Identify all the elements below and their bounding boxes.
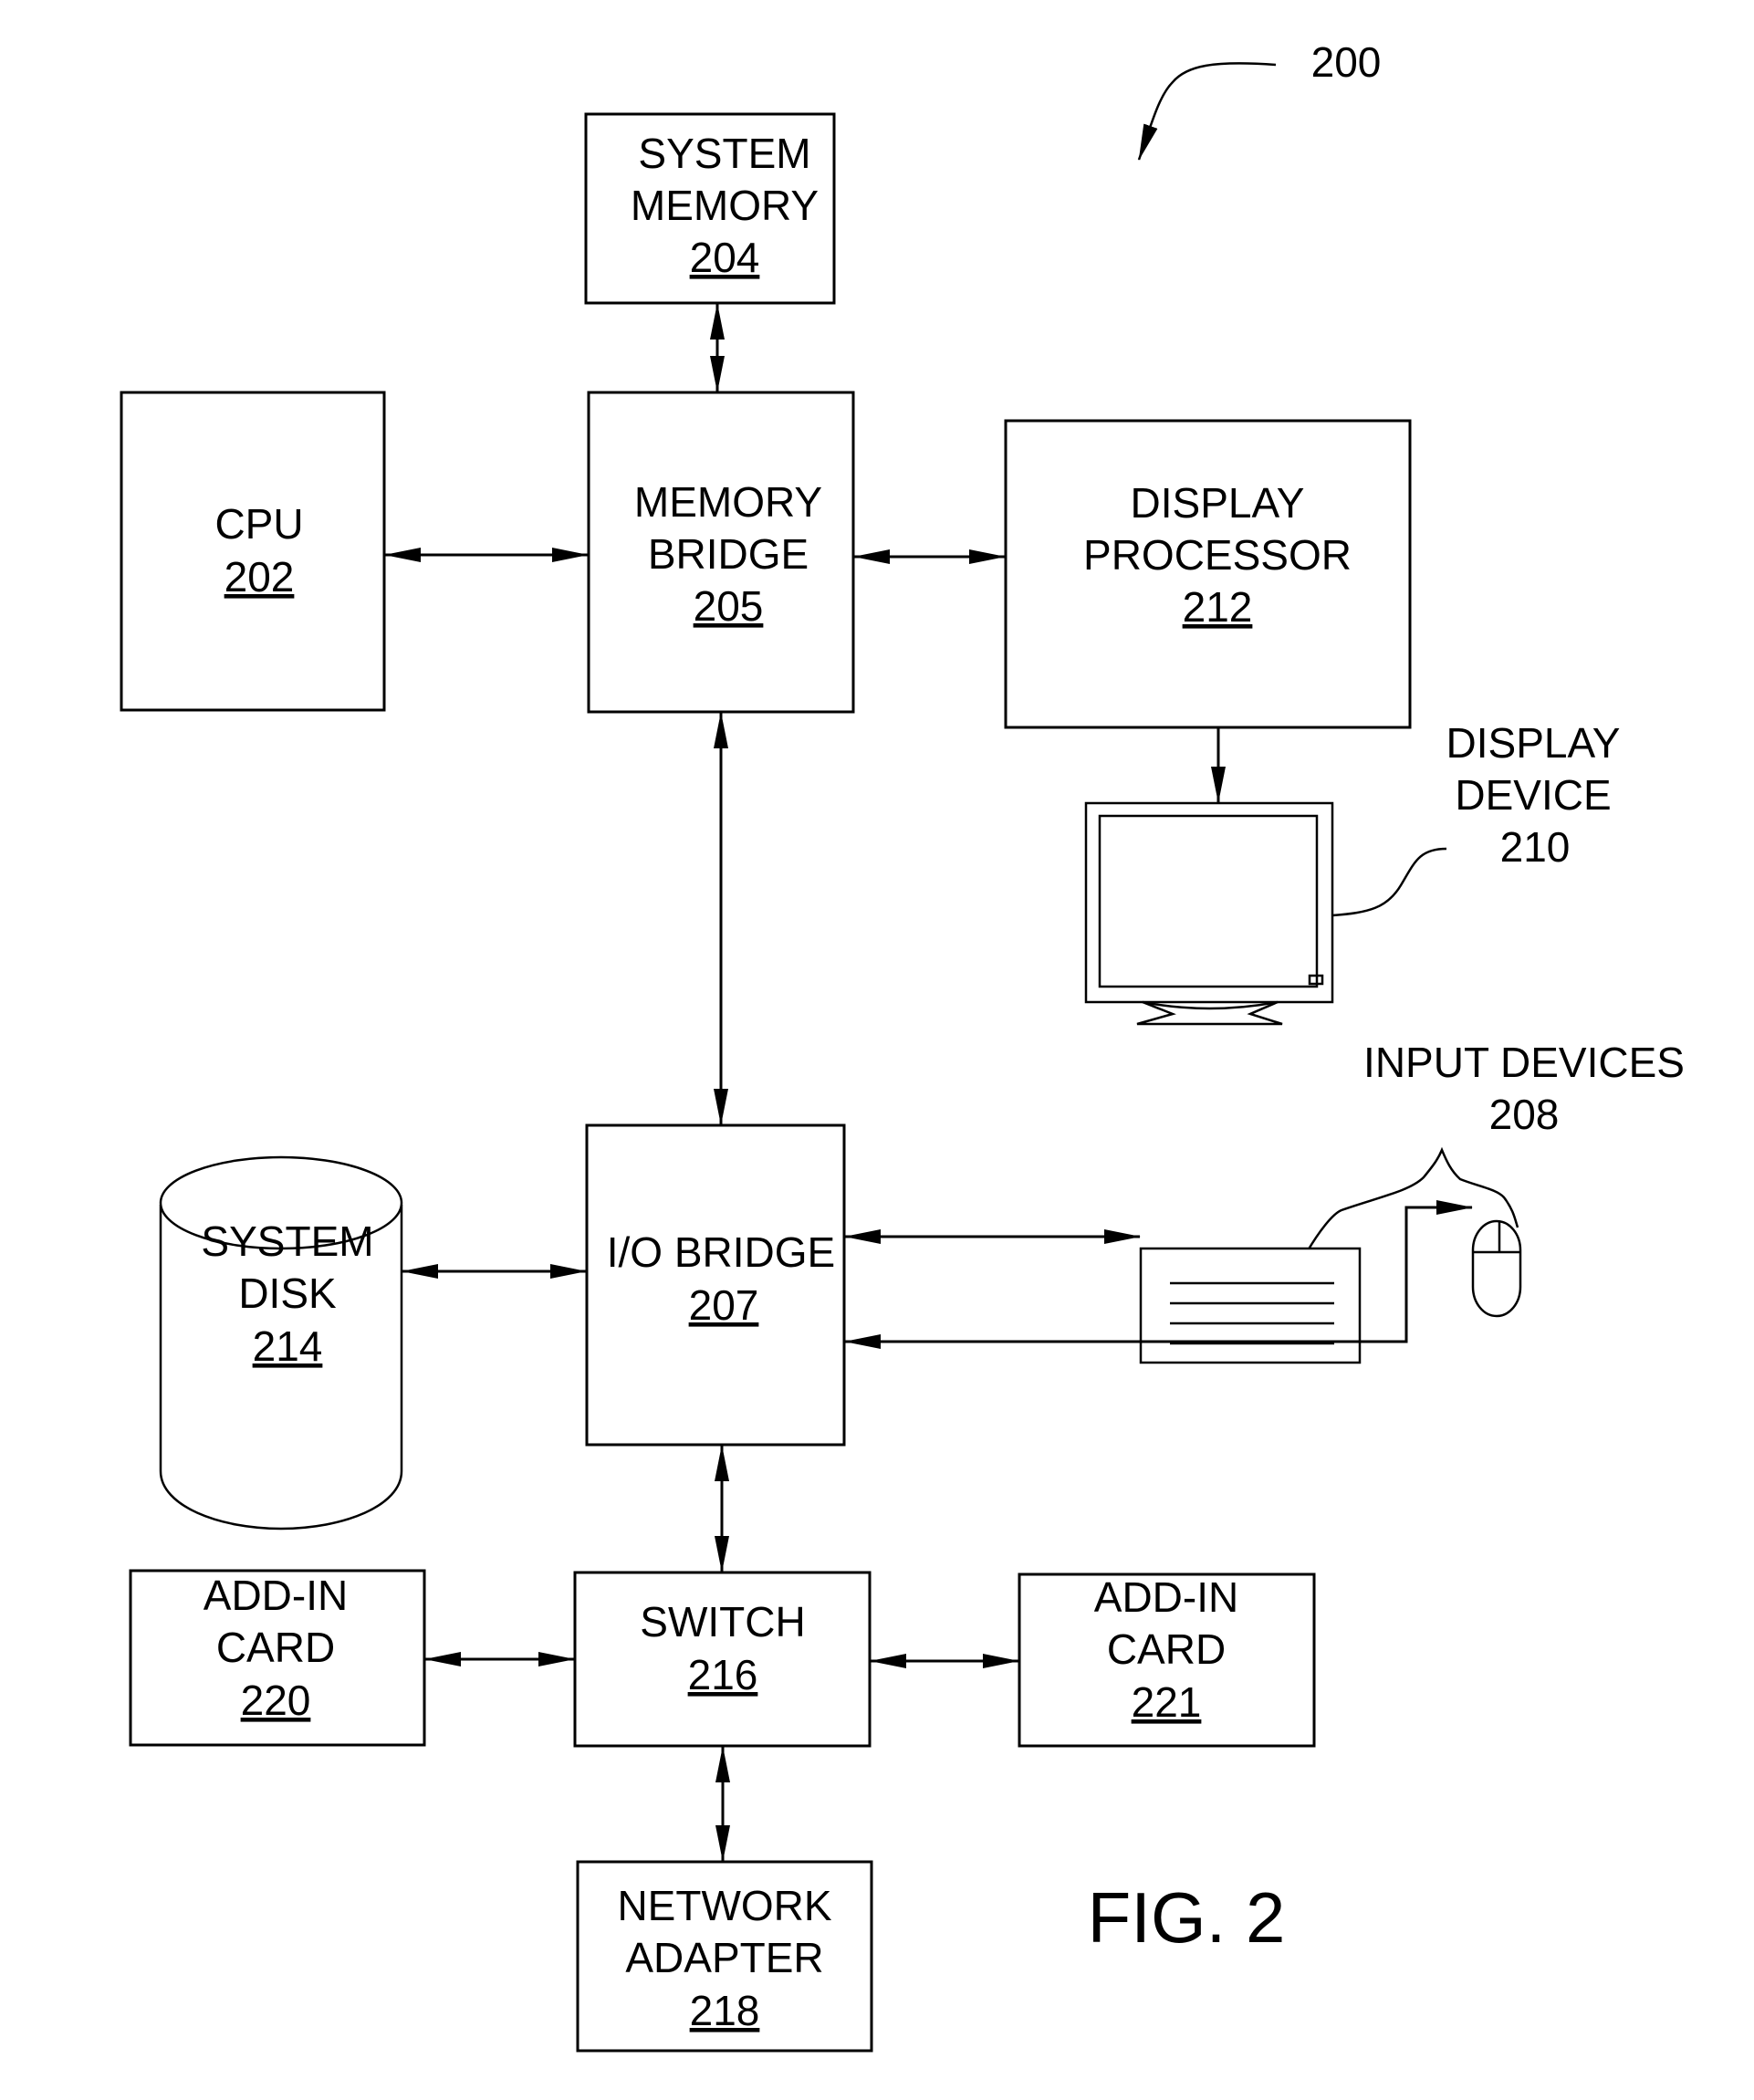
io-bridge-label: I/O BRIDGE: [607, 1228, 835, 1276]
add-in-card-220-label-1: ADD-IN: [204, 1572, 348, 1619]
system-memory-number: 204: [690, 234, 760, 281]
network-adapter-number: 218: [690, 1987, 760, 2034]
display-device-number: 210: [1500, 823, 1571, 871]
add-in-card-221-block: ADD-IN CARD 221: [1018, 1572, 1316, 1748]
system-memory-block: SYSTEM MEMORY 204: [584, 112, 836, 305]
memory-bridge-block: MEMORY BRIDGE 205: [587, 391, 855, 714]
switch-number: 216: [688, 1651, 758, 1698]
network-adapter-label-2: ADAPTER: [625, 1934, 823, 1981]
add-in-card-221-number: 221: [1132, 1678, 1202, 1726]
system-disk-label-2: DISK: [238, 1269, 337, 1317]
memory-bridge-label-1: MEMORY: [634, 478, 822, 526]
network-adapter-label-1: NETWORK: [617, 1882, 831, 1929]
switch-label: SWITCH: [640, 1598, 805, 1646]
monitor-icon: [1084, 801, 1334, 1026]
display-device: DISPLAY DEVICE 210: [1084, 719, 1621, 1026]
add-in-card-220-block: ADD-IN CARD 220: [129, 1569, 426, 1747]
display-processor-block: DISPLAY PROCESSOR 212: [1004, 419, 1412, 729]
reference-number: 200: [1311, 38, 1382, 86]
input-devices-number: 208: [1489, 1091, 1560, 1138]
io-bridge-number: 207: [689, 1281, 759, 1329]
system-disk-number: 214: [253, 1322, 323, 1370]
display-device-label-1: DISPLAY: [1446, 719, 1621, 767]
memory-bridge-label-2: BRIDGE: [648, 530, 809, 578]
cpu-number: 202: [224, 553, 295, 601]
add-in-card-220-number: 220: [241, 1677, 311, 1724]
figure-label: FIG. 2: [1088, 1877, 1286, 1958]
add-in-card-220-label-2: CARD: [216, 1624, 335, 1671]
keyboard-icon: [1139, 1247, 1362, 1364]
mouse-icon: [1471, 1219, 1522, 1318]
cpu-label: CPU: [214, 500, 303, 548]
switch-block: SWITCH 216: [573, 1571, 872, 1748]
display-processor-label-2: PROCESSOR: [1083, 531, 1352, 579]
memory-bridge-number: 205: [694, 582, 764, 630]
input-devices-label: INPUT DEVICES: [1363, 1039, 1685, 1086]
system-disk-label-1: SYSTEM: [201, 1217, 373, 1265]
block-diagram: 200 SYSTEM MEMORY 204 CPU 202 MEMORY BRI…: [120, 38, 1685, 2053]
display-processor-label-1: DISPLAY: [1131, 479, 1305, 527]
system-memory-label-1: SYSTEM: [638, 130, 810, 177]
figure-reference: 200: [1137, 38, 1382, 161]
io-bridge-block: I/O BRIDGE 207: [585, 1123, 846, 1447]
system-disk-block: SYSTEM DISK 214: [159, 1155, 403, 1531]
display-device-label-2: DEVICE: [1455, 771, 1611, 819]
input-devices: INPUT DEVICES 208: [1139, 1039, 1685, 1364]
network-adapter-block: NETWORK ADAPTER 218: [576, 1860, 873, 2053]
display-processor-number: 212: [1183, 583, 1253, 631]
add-in-card-221-label-2: CARD: [1107, 1625, 1226, 1673]
cpu-block: CPU 202: [120, 391, 386, 712]
reference-leader-arrow: [1137, 62, 1277, 161]
add-in-card-221-label-1: ADD-IN: [1094, 1573, 1238, 1621]
display-device-leader: [1331, 847, 1447, 917]
system-memory-label-2: MEMORY: [631, 182, 819, 229]
